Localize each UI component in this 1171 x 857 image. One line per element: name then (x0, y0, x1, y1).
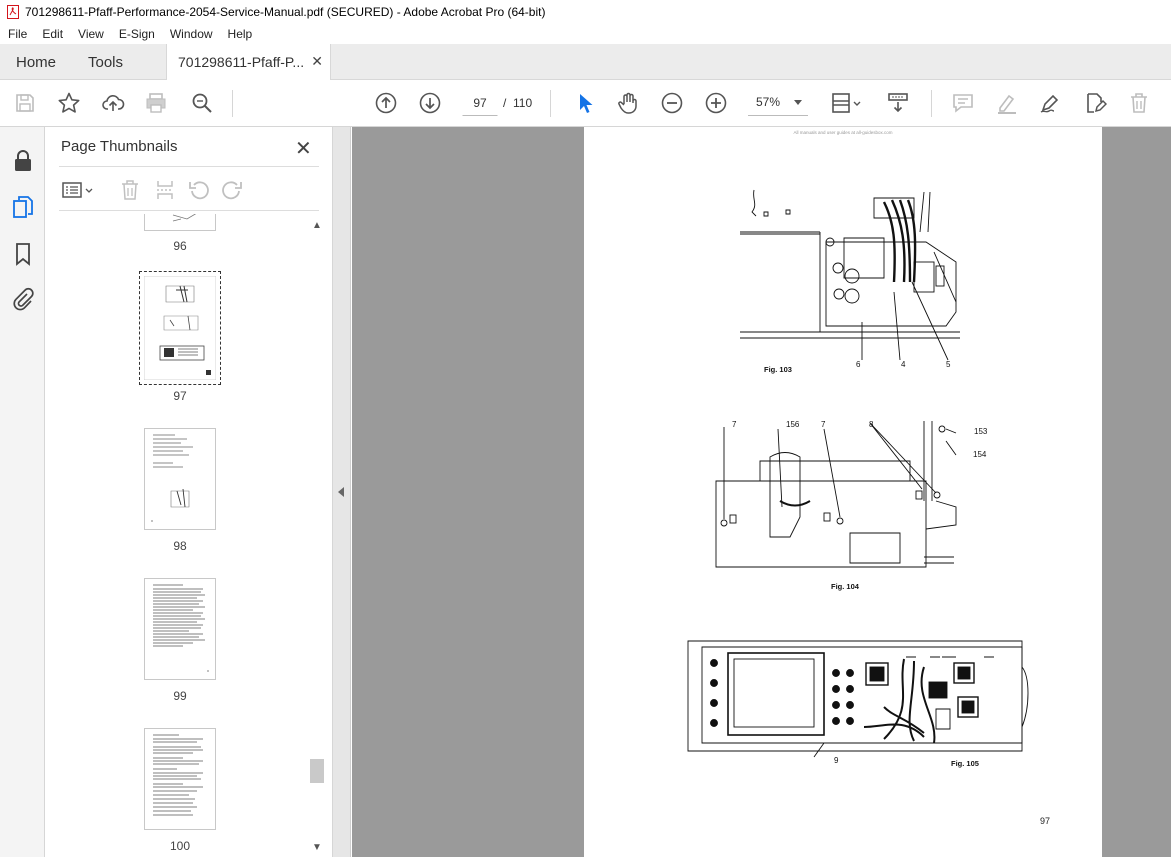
thumbnail-page-97[interactable] (139, 271, 221, 385)
document-view[interactable]: All manuals and user guides at all-guide… (352, 127, 1171, 857)
window-title: 701298611-Pfaff-Performance-2054-Service… (25, 4, 546, 19)
tab-document[interactable]: 701298611-Pfaff-P... ✕ (166, 44, 331, 80)
page-thumbnails-panel: Page Thumbnails ✕ 96 97 98 99 100 ▲ ▼ (45, 127, 333, 857)
callout-9: 9 (834, 756, 839, 765)
zoom-level-dropdown[interactable]: 57% (748, 90, 808, 116)
thumbnail-label: 99 (173, 689, 187, 703)
thumbnail-page-99[interactable] (144, 578, 216, 680)
thumbnail-page-100[interactable] (144, 728, 216, 830)
tab-tools[interactable]: Tools (88, 44, 123, 80)
page-number-input[interactable]: 97 (462, 90, 498, 116)
page-separator: / (503, 96, 507, 110)
select-cursor-icon[interactable] (572, 90, 598, 116)
callout-4: 4 (901, 360, 906, 369)
next-page-icon[interactable] (417, 90, 443, 116)
scrollbar-thumb[interactable] (310, 759, 324, 783)
bookmark-star-icon[interactable] (56, 90, 82, 116)
rotate-left-icon[interactable] (188, 179, 210, 201)
pdf-page: All manuals and user guides at all-guide… (584, 127, 1102, 857)
menu-file[interactable]: File (0, 27, 34, 41)
panel-collapse-handle[interactable] (333, 127, 351, 857)
delete-trash-icon[interactable] (1126, 90, 1152, 116)
figure-103-caption: Fig. 103 (764, 365, 792, 374)
insert-page-icon[interactable] (154, 179, 176, 201)
menu-help[interactable]: Help (220, 27, 260, 41)
attachments-paperclip-icon[interactable] (11, 287, 35, 311)
zoom-in-icon[interactable] (703, 90, 729, 116)
previous-page-icon[interactable] (373, 90, 399, 116)
figure-103-drawing (740, 189, 960, 361)
scroll-up-icon[interactable]: ▲ (312, 220, 322, 231)
page-thumbnails-icon[interactable] (11, 195, 35, 219)
print-icon[interactable] (143, 90, 169, 116)
thumbnail-options-icon[interactable] (61, 179, 95, 201)
title-bar: 701298611-Pfaff-Performance-2054-Service… (0, 0, 1171, 23)
highlight-pen-icon[interactable] (994, 90, 1020, 116)
chevron-down-icon (794, 100, 802, 105)
thumbnail-scrollbar[interactable]: ▲ ▼ (309, 214, 325, 857)
hand-tool-icon[interactable] (615, 90, 641, 116)
tab-document-label: 701298611-Pfaff-P... (178, 54, 305, 70)
figure-104-caption: Fig. 104 (831, 582, 859, 591)
pdf-file-icon (7, 4, 19, 19)
rotate-right-icon[interactable] (221, 179, 243, 201)
scroll-mode-icon[interactable] (885, 90, 911, 116)
panel-toolbar (59, 166, 319, 211)
menu-bar: File Edit View E-Sign Window Help (0, 23, 1171, 44)
menu-window[interactable]: Window (162, 27, 220, 41)
tab-close-icon[interactable]: ✕ (311, 53, 323, 70)
menu-edit[interactable]: Edit (34, 27, 70, 41)
callout-5: 5 (946, 360, 951, 369)
sign-pen-icon[interactable] (1037, 90, 1063, 116)
figure-105-drawing (687, 640, 1029, 758)
thumbnail-label: 98 (173, 539, 187, 553)
tab-bar: Home Tools 701298611-Pfaff-P... ✕ (0, 44, 1171, 80)
callout-154: 154 (973, 450, 987, 459)
save-icon[interactable] (12, 90, 38, 116)
callout-153: 153 (974, 427, 988, 436)
thumbnail-page-96[interactable] (144, 214, 216, 231)
chevron-left-icon (338, 487, 344, 497)
panel-title: Page Thumbnails (61, 138, 178, 155)
figure-105-caption: Fig. 105 (951, 759, 979, 768)
thumbnail-page-98[interactable] (144, 428, 216, 530)
scroll-down-icon[interactable]: ▼ (312, 842, 322, 853)
left-navigation-rail (0, 127, 45, 857)
main-toolbar: 97 / 110 57% (0, 80, 1171, 127)
edit-pdf-icon[interactable] (1082, 90, 1108, 116)
thumbnail-label: 97 (173, 389, 187, 403)
figure-104-drawing (715, 421, 957, 568)
menu-esign[interactable]: E-Sign (111, 27, 162, 41)
thumbnail-label: 100 (169, 839, 191, 853)
callout-6: 6 (856, 360, 861, 369)
delete-page-icon[interactable] (119, 179, 141, 201)
zoom-search-icon[interactable] (189, 90, 215, 116)
zoom-out-icon[interactable] (659, 90, 685, 116)
page-total: / 110 (503, 96, 532, 110)
comment-icon[interactable] (950, 90, 976, 116)
thumbnail-label: 96 (173, 239, 187, 253)
lock-icon[interactable] (11, 149, 35, 173)
upload-cloud-icon[interactable] (100, 90, 126, 116)
bookmarks-icon[interactable] (11, 242, 35, 266)
callout-7a: 7 (732, 420, 737, 429)
callout-7b: 7 (821, 420, 826, 429)
page-total-count: 110 (513, 96, 533, 110)
tab-home[interactable]: Home (16, 44, 56, 80)
page-header-text: All manuals and user guides at all-guide… (793, 130, 893, 135)
callout-8: 8 (869, 420, 874, 429)
menu-view[interactable]: View (70, 27, 111, 41)
page-number-label: 97 (1040, 816, 1051, 826)
callout-156: 156 (786, 420, 800, 429)
close-icon[interactable]: ✕ (295, 136, 312, 161)
thumbnail-list: 96 97 98 99 100 (45, 214, 309, 857)
page-display-icon[interactable] (830, 90, 864, 116)
zoom-level-value: 57% (756, 95, 781, 109)
